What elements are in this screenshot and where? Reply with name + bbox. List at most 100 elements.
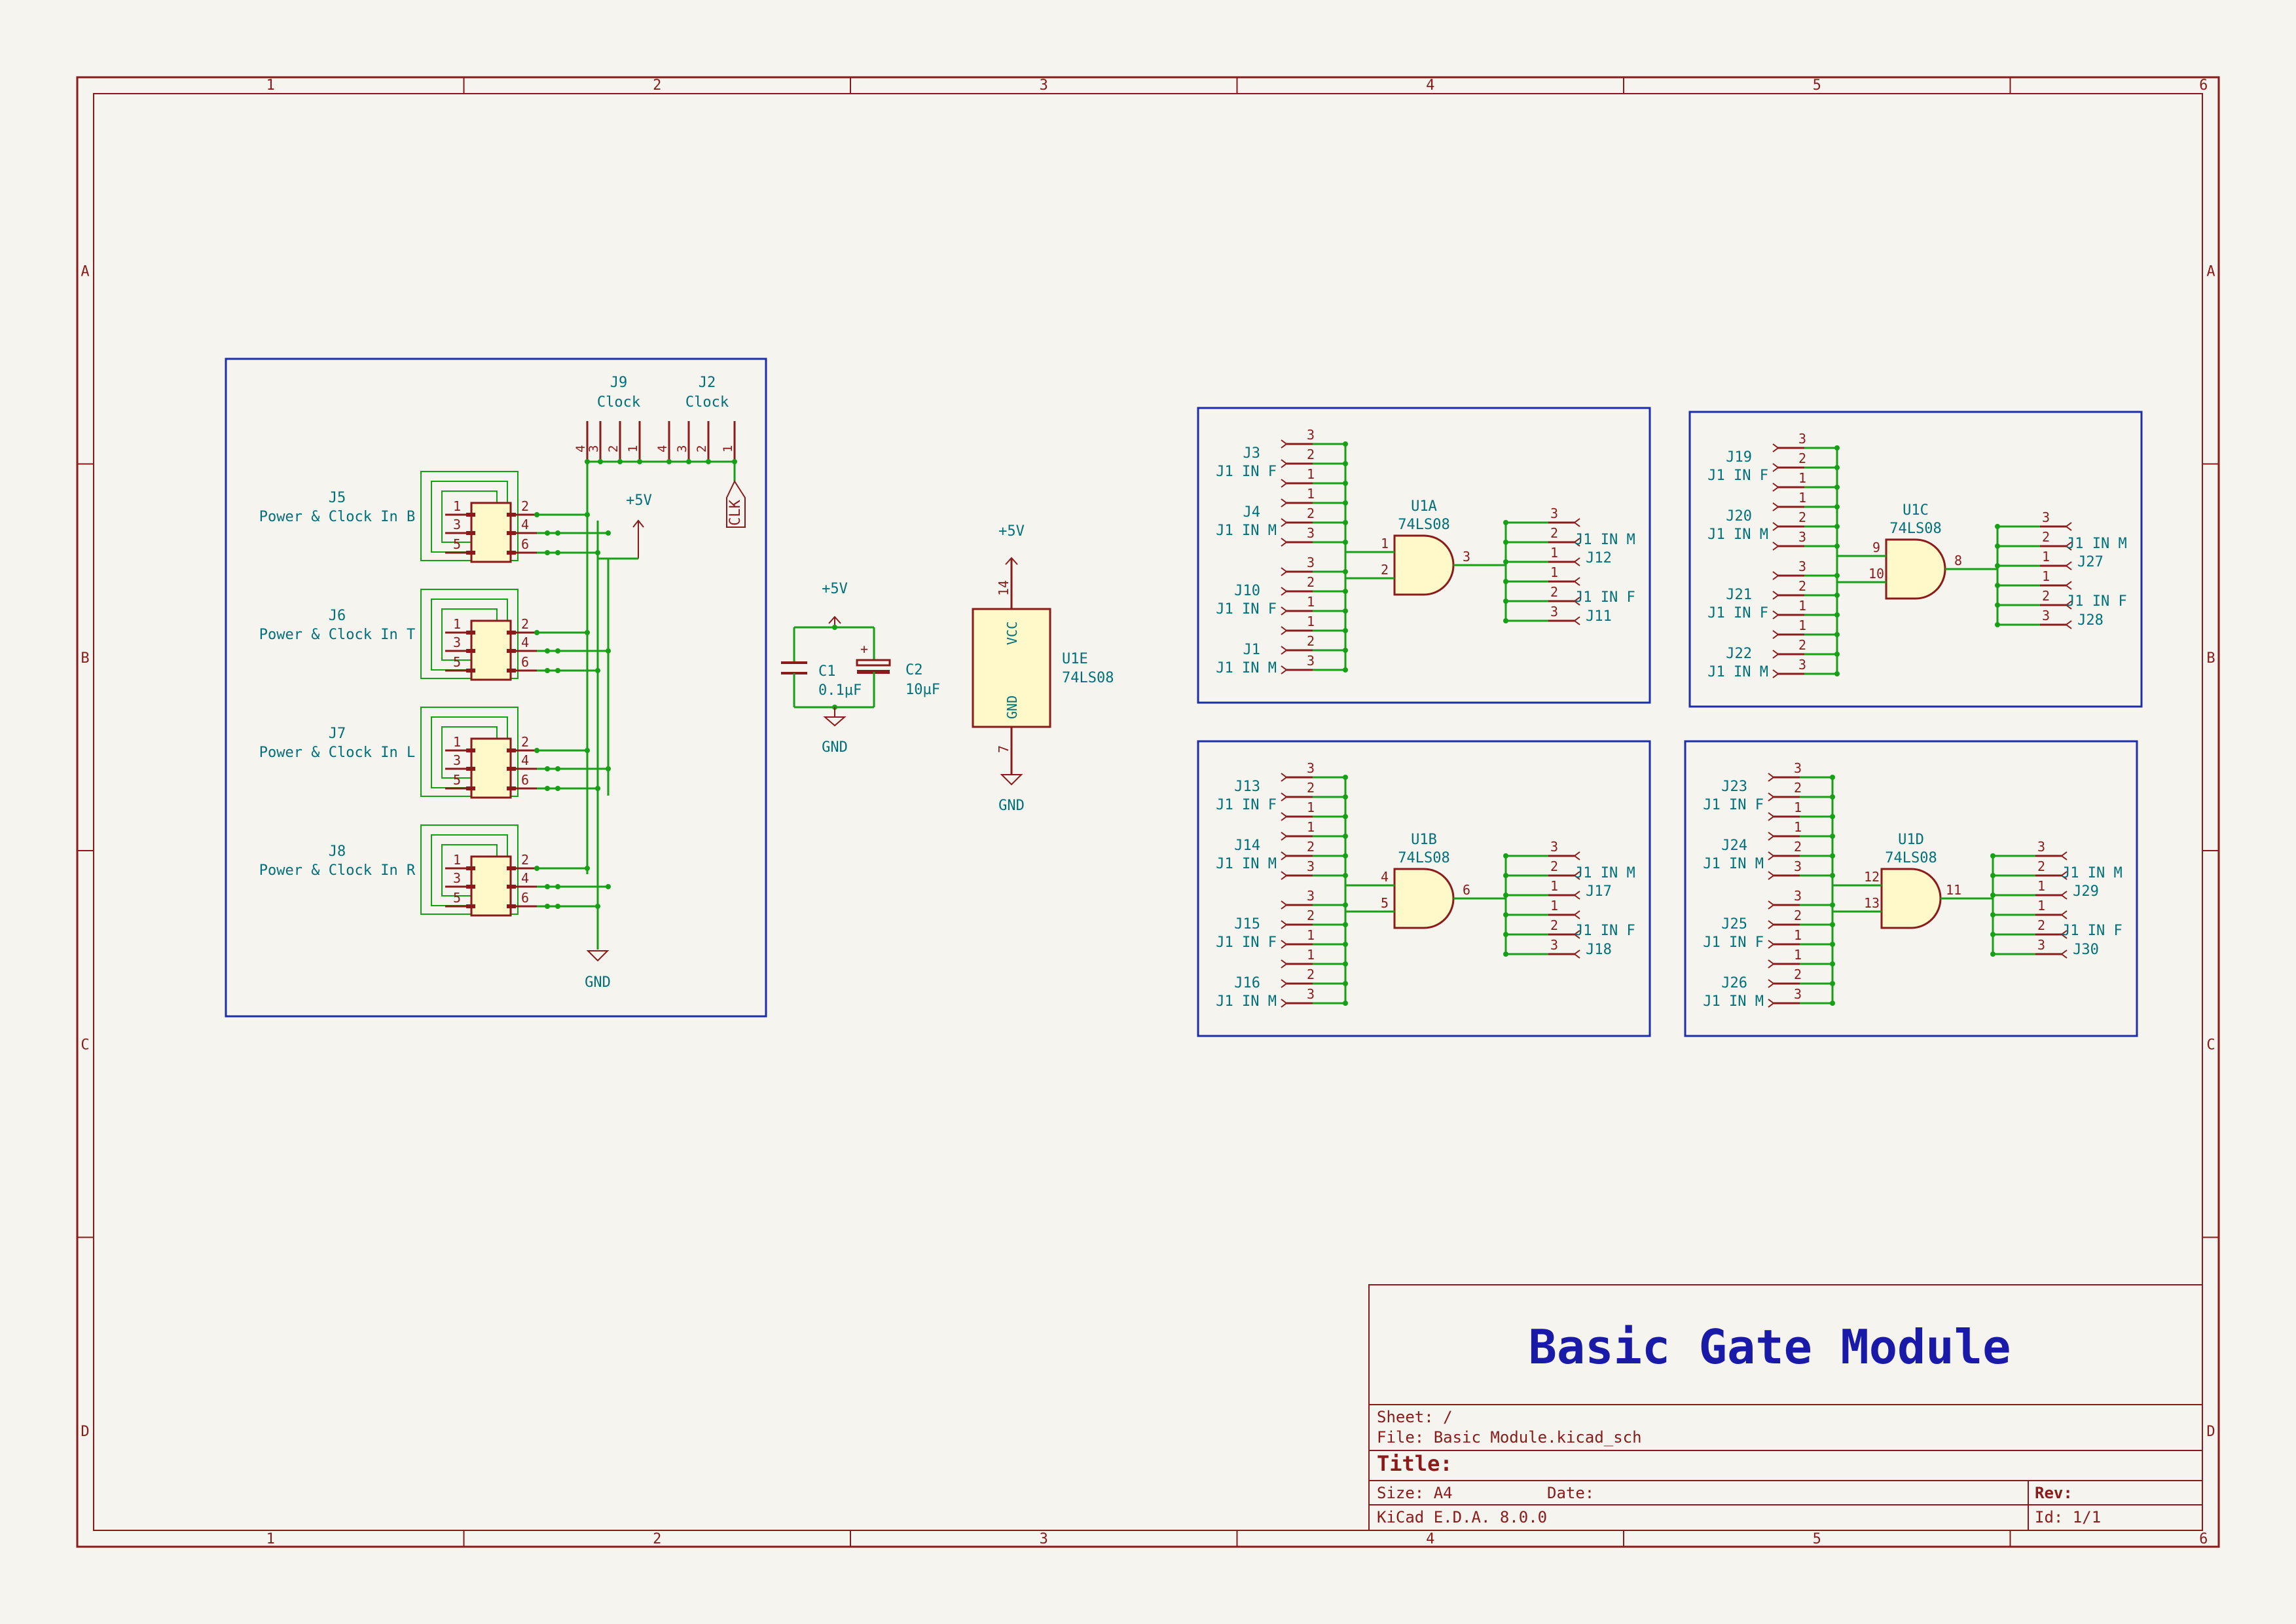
- pin-number: 3: [1550, 604, 1558, 619]
- input-connector-value: J1 IN F: [1216, 797, 1277, 813]
- gnd-symbol: [586, 950, 610, 962]
- pin-number: 3: [587, 445, 601, 452]
- pin-number: 1: [1798, 598, 1806, 614]
- pin-tip: [1281, 626, 1288, 635]
- gate-value: 74LS08: [1889, 521, 1941, 537]
- pin-tip: [1768, 792, 1775, 802]
- junction-dot: [1830, 961, 1835, 967]
- gate-block-u1a: 3 2 1 1 2 3 3 2 1 1 2 3 J3 J1 IN F J4 J1 IN M J10 J1 IN F…: [1197, 407, 1651, 704]
- junction-dot: [1990, 932, 1995, 937]
- schematic-sheet: 112233445566A AB BC CD D 43 2 1 4 3 2 1J9ClockJ2Cl…: [76, 76, 2220, 1548]
- pin-number: 2: [521, 734, 529, 750]
- junction-dot: [1343, 775, 1348, 780]
- input-connector-ref: J24: [1721, 838, 1747, 854]
- gate-ref: U1A: [1411, 498, 1437, 515]
- junction-dot: [1830, 834, 1835, 839]
- pin-number: 3: [1794, 888, 1802, 904]
- junction-dot: [1503, 618, 1508, 623]
- gate-pin-number: 12: [1864, 869, 1880, 885]
- column-label: 1: [266, 77, 275, 94]
- pin-number: 3: [1307, 653, 1315, 669]
- junction-dot: [1834, 632, 1840, 637]
- pin-tip: [1281, 851, 1288, 860]
- junction-dot: [1503, 579, 1508, 584]
- title-block: Basic Gate Module Sheet: / File: Basic Mod…: [1368, 1284, 2203, 1531]
- junction-dot: [1995, 563, 2000, 568]
- column-label: 4: [1426, 77, 1434, 94]
- input-connector-ref: J14: [1234, 838, 1260, 854]
- pin-tip: [2060, 891, 2068, 900]
- pin-number: 2: [1798, 451, 1806, 466]
- junction-dot: [1343, 922, 1348, 927]
- column-label: 3: [1040, 77, 1048, 94]
- pin-tip: [1768, 812, 1775, 821]
- gate-pin-number: 11: [1946, 882, 1961, 898]
- junction-dot: [1995, 583, 2000, 588]
- pin-tip: [1768, 832, 1775, 841]
- pin-number: 1: [1307, 800, 1315, 815]
- junction-dot: [585, 630, 590, 635]
- pin-number: 3: [1550, 839, 1558, 855]
- and-gate-body: [1880, 868, 1942, 929]
- pin-contact: [507, 513, 516, 517]
- and-gate-body: [1885, 538, 1946, 600]
- pin-contact: [507, 669, 516, 673]
- u1e-value: 74LS08: [1062, 670, 1114, 686]
- kicad-version: KiCad E.D.A. 8.0.0: [1377, 1508, 1547, 1526]
- row-label: A: [2206, 263, 2215, 280]
- pin-number: 1: [453, 616, 461, 632]
- pin-tip: [1281, 999, 1288, 1008]
- pin-number: 3: [1307, 555, 1315, 570]
- pin-tip: [2065, 581, 2072, 590]
- junction-dot: [1503, 540, 1508, 545]
- pin-number: 3: [453, 870, 461, 886]
- pin-contact: [507, 531, 516, 535]
- pin-tip: [1772, 650, 1779, 659]
- pin-number: 3: [1794, 986, 1802, 1002]
- pin-tip: [1768, 979, 1775, 988]
- pin-number: 4: [655, 445, 670, 452]
- pin-number: 2: [1307, 908, 1315, 923]
- junction-dot: [1503, 599, 1508, 604]
- input-connector-ref: J15: [1234, 916, 1260, 932]
- connector-ref: J6: [329, 608, 346, 624]
- pin-number: 2: [521, 616, 529, 632]
- junction-dot: [555, 786, 560, 791]
- file-label: File: Basic Module.kicad_sch: [1377, 1428, 1642, 1447]
- output-connector-ref: J28: [2077, 612, 2104, 629]
- pin-number: 4: [521, 635, 529, 650]
- gate-value: 74LS08: [1398, 850, 1449, 866]
- input-connector-ref: J25: [1721, 916, 1747, 932]
- pin-number: 3: [1550, 937, 1558, 953]
- junction-dot: [1834, 612, 1840, 618]
- junction-dot: [1343, 608, 1348, 614]
- gate-pin-number: 4: [1381, 869, 1389, 885]
- pin-tip: [2065, 620, 2072, 629]
- pin-tip: [1281, 979, 1288, 988]
- u1e-ref: U1E: [1062, 651, 1088, 667]
- value-j9: Clock: [597, 394, 640, 411]
- junction-dot: [545, 766, 550, 771]
- pin-number: 2: [1307, 574, 1315, 590]
- pin-tip: [1768, 999, 1775, 1008]
- junction-dot: [545, 550, 550, 555]
- gate-ref: U1C: [1903, 502, 1929, 519]
- pin-number: 1: [2042, 568, 2050, 584]
- pin-number: 3: [1794, 760, 1802, 776]
- pin-tip: [1281, 498, 1288, 507]
- junction-dot: [585, 866, 590, 871]
- input-connector-ref: J22: [1726, 646, 1752, 662]
- column-label: 4: [1426, 1531, 1434, 1547]
- junction-dot: [555, 668, 560, 673]
- pin-tip: [1281, 439, 1288, 449]
- output-connector-value: J1 IN F: [2066, 593, 2127, 610]
- c2-ref: C2: [905, 662, 923, 678]
- value-j2: Clock: [685, 394, 729, 411]
- junction-dot: [585, 512, 590, 517]
- pin-number: 2: [1550, 917, 1558, 933]
- junction-dot: [1503, 951, 1508, 957]
- c2-value: 10µF: [905, 682, 940, 698]
- input-connector-value: J1 IN M: [1216, 856, 1277, 872]
- gate-pin-number: 5: [1381, 895, 1389, 911]
- junction-dot: [1830, 1001, 1835, 1006]
